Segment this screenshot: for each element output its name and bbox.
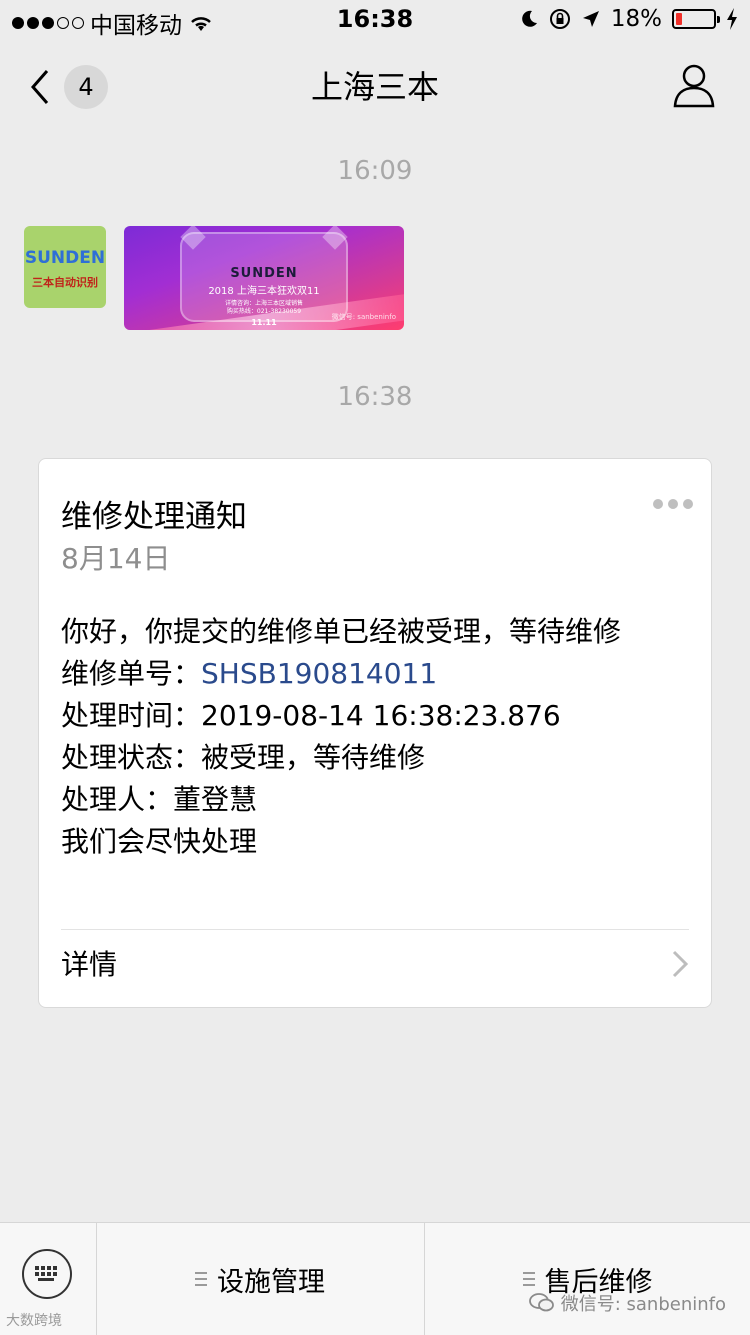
timestamp-separator: 16:09 bbox=[337, 156, 413, 186]
location-arrow-icon bbox=[582, 11, 599, 27]
page-title: 上海三本 bbox=[310, 68, 439, 106]
system-indicators: 18% bbox=[519, 6, 738, 32]
battery-percent: 18% bbox=[610, 6, 662, 32]
person-icon bbox=[673, 64, 715, 108]
watermark-text: 微信号: sanbeninfo bbox=[560, 1294, 726, 1315]
process-time-row: 处理时间：2019-08-14 16:38:23.876 bbox=[61, 695, 691, 737]
card-closing: 我们会尽快处理 bbox=[61, 825, 258, 858]
promo-brand: SUNDEN bbox=[230, 266, 298, 281]
divider bbox=[61, 929, 689, 930]
promo-image-message[interactable]: SUNDEN 2018 上海三本狂欢双11 详情咨询：上海三本区域销售 购买热线… bbox=[124, 226, 404, 330]
process-status-row: 处理状态：被受理，等待维修 bbox=[61, 737, 691, 779]
nav-bar: 4 上海三本 bbox=[0, 42, 750, 130]
process-time-value: 2019-08-14 16:38:23.876 bbox=[201, 699, 561, 732]
notification-card[interactable]: 维修处理通知 8月14日 你好，你提交的维修单已经被受理，等待维修 维修单号：S… bbox=[38, 458, 712, 1008]
menu-label: 设施管理 bbox=[217, 1266, 325, 1298]
profile-button[interactable] bbox=[672, 62, 716, 110]
handler-label: 处理人： bbox=[61, 783, 174, 816]
battery-level bbox=[676, 13, 682, 25]
promo-watermark: 微信号: sanbeninfo bbox=[331, 313, 396, 321]
charging-bolt-icon bbox=[727, 8, 737, 30]
bottom-menu-bar: 设施管理 售后维修 bbox=[0, 1222, 750, 1335]
process-time-label: 处理时间： bbox=[61, 699, 202, 732]
promo-title: 2018 上海三本狂欢双11 bbox=[208, 286, 320, 297]
battery-icon bbox=[672, 9, 720, 29]
keyboard-icon bbox=[22, 1249, 72, 1299]
menu-after-sales-repair[interactable]: 售后维修 bbox=[425, 1223, 750, 1335]
rotation-lock-icon bbox=[549, 9, 570, 29]
watermark-left: 大数跨境 bbox=[6, 1313, 62, 1329]
avatar[interactable]: SUNDEN 三本自动识别 bbox=[24, 226, 106, 308]
order-number-row: 维修单号：SHSB190814011 bbox=[61, 653, 691, 695]
card-title: 维修处理通知 bbox=[61, 499, 247, 535]
menu-list-icon bbox=[195, 1272, 207, 1286]
order-number-value: SHSB190814011 bbox=[201, 657, 438, 690]
avatar-logo-subtitle: 三本自动识别 bbox=[32, 276, 98, 289]
watermark-right: 微信号: sanbeninfo bbox=[528, 1290, 726, 1316]
process-status-label: 处理状态： bbox=[61, 741, 202, 774]
card-intro: 你好，你提交的维修单已经被受理，等待维修 bbox=[61, 615, 622, 648]
card-date: 8月14日 bbox=[61, 542, 171, 575]
status-bar: 中国移动 16:38 18% bbox=[0, 0, 750, 40]
menu-facility-management[interactable]: 设施管理 bbox=[97, 1223, 423, 1335]
handler-row: 处理人：董登慧 bbox=[61, 779, 691, 821]
order-number-label: 维修单号： bbox=[61, 657, 202, 690]
card-body: 你好，你提交的维修单已经被受理，等待维修 维修单号：SHSB190814011 … bbox=[61, 611, 691, 863]
handler-value: 董登慧 bbox=[173, 783, 258, 816]
menu-list-icon bbox=[522, 1272, 535, 1286]
more-options-icon[interactable] bbox=[653, 499, 693, 509]
timestamp-separator: 16:38 bbox=[337, 382, 413, 412]
avatar-logo-text: SUNDEN bbox=[24, 248, 106, 268]
detail-link[interactable]: 详情 bbox=[61, 943, 117, 983]
wechat-icon bbox=[528, 1293, 554, 1312]
chevron-right-icon bbox=[672, 950, 689, 978]
process-status-value: 被受理，等待维修 bbox=[201, 741, 426, 774]
moon-icon bbox=[522, 10, 537, 27]
